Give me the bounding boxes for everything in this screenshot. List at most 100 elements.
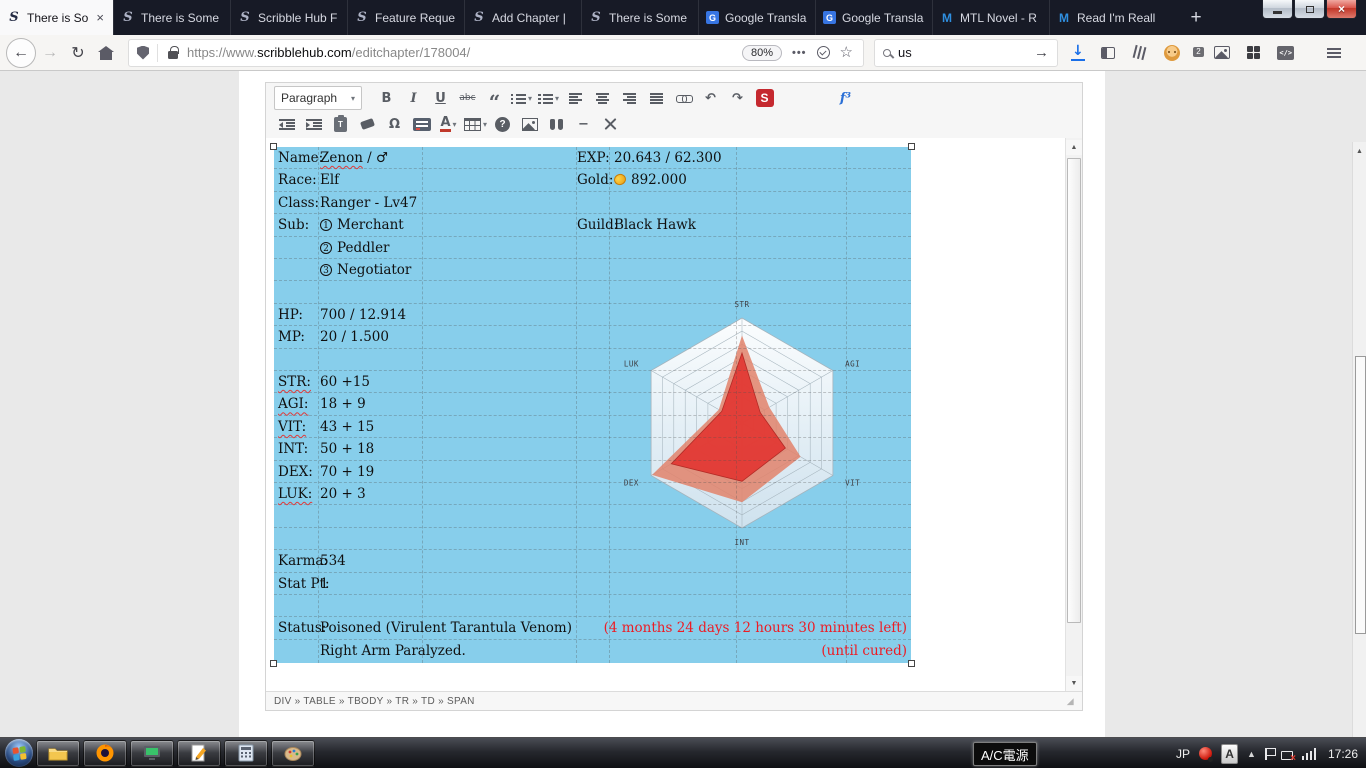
footnote-icon[interactable]: f³ <box>833 86 858 110</box>
italic-icon[interactable]: I <box>401 86 426 110</box>
tab[interactable]: SThere is Some <box>581 0 698 35</box>
tab-favicon-icon: S <box>121 11 135 25</box>
blockquote-icon[interactable]: “ <box>482 86 507 110</box>
sheet-row: Class:Ranger - Lv47 <box>274 192 911 214</box>
taskbar-firefox-button[interactable] <box>83 740 127 767</box>
tab-title: Google Transla <box>725 11 808 25</box>
taskbar-explorer-button[interactable] <box>36 740 80 767</box>
tab[interactable]: GGoogle Transla <box>815 0 932 35</box>
numbered-list-icon[interactable]: ▾ <box>536 86 561 110</box>
close-button[interactable]: × <box>1326 0 1357 19</box>
tracking-protection-icon[interactable] <box>137 46 149 60</box>
new-tab-button[interactable]: + <box>1182 5 1210 31</box>
home-button[interactable] <box>92 39 120 67</box>
sheet-row <box>274 281 911 303</box>
ime-app-icon[interactable] <box>1199 747 1212 760</box>
paste-as-text-icon[interactable] <box>328 112 353 136</box>
table-icon[interactable]: ▾ <box>463 112 488 136</box>
tab[interactable]: MRead I'm Reall <box>1049 0 1166 35</box>
taskbar-media-app-button[interactable] <box>130 740 174 767</box>
editor-content-area[interactable]: STRAGIVITINTDEXLUK Name:Zenon / ♂EXP:20.… <box>266 138 1082 693</box>
text-color-icon[interactable]: A▾ <box>436 112 461 136</box>
strikethrough-icon[interactable]: abc <box>455 86 480 110</box>
tab[interactable]: SAdd Chapter | <box>464 0 581 35</box>
downloads-icon[interactable]: ↓ <box>1072 44 1084 61</box>
resize-grip-icon[interactable]: ◢ <box>1067 696 1074 707</box>
news-box-icon[interactable] <box>779 86 804 110</box>
tab[interactable]: SThere is So× <box>0 0 113 35</box>
indent-icon[interactable] <box>301 112 326 136</box>
special-character-icon[interactable]: Ω <box>382 112 407 136</box>
link-icon[interactable] <box>671 86 696 110</box>
clear-formatting-icon[interactable] <box>355 112 380 136</box>
scrollbar-thumb[interactable] <box>1355 356 1366 634</box>
horizontal-line-icon[interactable]: − <box>571 112 596 136</box>
align-right-icon[interactable] <box>617 86 642 110</box>
bookmark-star-icon[interactable]: ☆ <box>840 45 853 60</box>
tab[interactable]: SFeature Reque <box>347 0 464 35</box>
scroll-down-icon[interactable]: ▼ <box>1066 676 1082 691</box>
insert-image-icon[interactable] <box>517 112 542 136</box>
sticky-note-icon[interactable] <box>806 86 831 110</box>
extension-blocks-icon[interactable] <box>1247 46 1261 60</box>
editor-scrollbar[interactable]: ▲ ▼ <box>1065 138 1082 693</box>
language-indicator[interactable]: JP <box>1176 747 1190 761</box>
scroll-up-icon[interactable]: ▲ <box>1353 144 1366 159</box>
tab[interactable]: SThere is Some <box>113 0 230 35</box>
tab[interactable]: GGoogle Transla <box>698 0 815 35</box>
outdent-icon[interactable] <box>274 112 299 136</box>
screenshot-extension-icon[interactable] <box>1214 46 1230 59</box>
undo-icon[interactable]: ↶ <box>698 86 723 110</box>
ime-mode-indicator[interactable]: A <box>1221 744 1238 764</box>
network-disconnected-icon[interactable] <box>1281 751 1293 760</box>
menu-hamburger-icon[interactable] <box>1327 48 1341 58</box>
page-actions-icon[interactable]: ••• <box>792 47 807 59</box>
action-center-flag-icon[interactable] <box>1265 748 1267 760</box>
signal-strength-icon[interactable] <box>1302 748 1317 760</box>
spoiler-box-icon[interactable] <box>409 112 434 136</box>
pocket-icon[interactable] <box>817 46 830 59</box>
tab-close-icon[interactable]: × <box>94 10 106 25</box>
forward-button[interactable]: → <box>36 39 64 67</box>
taskbar-calculator-button[interactable] <box>224 740 268 767</box>
clock[interactable]: 17:26 <box>1328 747 1358 761</box>
bold-icon[interactable]: B <box>374 86 399 110</box>
search-go-icon[interactable]: → <box>1034 44 1049 61</box>
tampermonkey-icon[interactable] <box>1164 45 1180 61</box>
fullscreen-icon[interactable] <box>598 112 623 136</box>
minimize-button[interactable] <box>1262 0 1293 19</box>
taskbar-text-editor-button[interactable] <box>177 740 221 767</box>
tab[interactable]: SScribble Hub F <box>230 0 347 35</box>
find-replace-icon[interactable] <box>544 112 569 136</box>
search-bar[interactable]: → <box>874 39 1058 67</box>
reload-button[interactable]: ↻ <box>64 39 92 67</box>
paragraph-select[interactable]: Paragraph ▾ <box>274 86 362 110</box>
scrollbar-thumb[interactable] <box>1067 158 1081 623</box>
browser-scrollbar[interactable]: ▲ <box>1352 142 1366 768</box>
underline-icon[interactable]: U <box>428 86 453 110</box>
url-bar[interactable]: https://www.scribblehub.com/editchapter/… <box>128 39 864 67</box>
source-code-extension-icon[interactable] <box>1277 46 1294 60</box>
align-left-icon[interactable] <box>563 86 588 110</box>
tab[interactable]: MMTL Novel - R <box>932 0 1049 35</box>
align-center-icon[interactable] <box>590 86 615 110</box>
rich-text-editor[interactable]: Paragraph ▾ BIUabc“▾▾↶↷Sf³ ΩA▾▾?− STRAGI… <box>265 82 1083 711</box>
start-button[interactable] <box>5 739 33 767</box>
zoom-level-badge[interactable]: 80% <box>742 45 782 61</box>
taskbar-paint-button[interactable] <box>271 740 315 767</box>
search-input[interactable] <box>898 45 1027 60</box>
hidden-icons-chevron-icon[interactable]: ▲ <box>1247 749 1256 759</box>
scroll-up-icon[interactable]: ▲ <box>1066 140 1082 155</box>
close-icon: × <box>1338 3 1345 15</box>
redo-icon[interactable]: ↷ <box>725 86 750 110</box>
library-icon[interactable] <box>1130 44 1148 60</box>
bullet-list-icon[interactable]: ▾ <box>509 86 534 110</box>
restore-button[interactable] <box>1294 0 1325 19</box>
back-button[interactable]: ← <box>6 38 36 68</box>
sidebar-icon[interactable] <box>1101 47 1115 59</box>
sheet-row: Sub:1MerchantGuild:Black Hawk <box>274 214 911 236</box>
lock-icon[interactable] <box>168 51 178 59</box>
justify-icon[interactable] <box>644 86 669 110</box>
help-icon[interactable]: ? <box>490 112 515 136</box>
shortcode-icon[interactable]: S <box>752 86 777 110</box>
